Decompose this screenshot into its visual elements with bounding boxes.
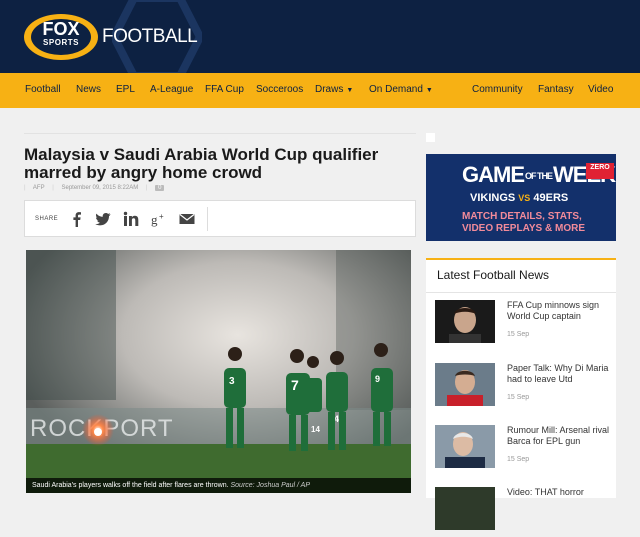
photo-source: Source: Joshua Paul / AP	[230, 482, 310, 489]
share-bar: SHARE g +	[24, 200, 416, 237]
comment-count-badge[interactable]: 0	[155, 185, 165, 191]
article-headline: Malaysia v Saudi Arabia World Cup qualif…	[24, 145, 379, 182]
article-meta: | AFP | September 09, 2015 8:22AM | 0	[24, 185, 170, 191]
site-header: FOX SPORTS FOOTBALL	[0, 0, 640, 73]
news-item[interactable]: Video: THAT horror	[435, 487, 610, 537]
news-date: 15 Sep	[507, 394, 530, 401]
news-title[interactable]: Rumour Mill: Arsenal rival Barca for EPL…	[507, 425, 610, 447]
news-item[interactable]: Rumour Mill: Arsenal rival Barca for EPL…	[435, 425, 610, 475]
article-author[interactable]: AFP	[33, 185, 45, 191]
svg-text:g: g	[151, 212, 158, 227]
nav-item-ffa-cup[interactable]: FFA Cup	[205, 84, 244, 95]
ad-badge: ZERO	[586, 163, 614, 179]
news-date: 15 Sep	[507, 456, 530, 463]
latest-news-panel: Latest Football News FFA Cup minnows sig…	[426, 258, 616, 530]
news-item[interactable]: FFA Cup minnows sign World Cup captain 1…	[435, 300, 610, 350]
svg-text:14: 14	[311, 425, 320, 434]
nav-item-football[interactable]: Football	[25, 84, 61, 95]
divider	[24, 133, 416, 134]
ad-marker	[426, 133, 435, 142]
nav-item-a-league[interactable]: A-League	[150, 84, 193, 95]
twitter-icon[interactable]	[95, 211, 111, 227]
panel-title: Latest Football News	[437, 268, 550, 282]
email-icon[interactable]	[179, 211, 195, 227]
nav-item-community[interactable]: Community	[472, 84, 523, 95]
stadium-photo-image: ROCKPORT 3 7 4	[26, 250, 411, 493]
news-title[interactable]: Video: THAT horror	[507, 487, 610, 498]
nav-item-video[interactable]: Video	[588, 84, 613, 95]
divider	[426, 292, 616, 293]
facebook-icon[interactable]	[69, 211, 85, 227]
ad-teams: VIKINGS VS 49ERS	[470, 192, 569, 204]
svg-text:7: 7	[291, 377, 299, 393]
news-title[interactable]: FFA Cup minnows sign World Cup captain	[507, 300, 610, 322]
chevron-down-icon: ▼	[346, 87, 354, 94]
divider	[207, 207, 208, 231]
nav-item-news[interactable]: News	[76, 84, 101, 95]
logo-fox-text: FOX	[42, 19, 80, 39]
news-thumbnail	[435, 425, 495, 468]
svg-text:9: 9	[375, 374, 380, 384]
news-thumbnail	[435, 300, 495, 343]
nav-item-socceroos[interactable]: Socceroos	[256, 84, 303, 95]
google-plus-icon[interactable]: g +	[151, 211, 167, 227]
article-photo[interactable]: ROCKPORT 3 7 4	[26, 250, 411, 493]
fox-sports-logo[interactable]: FOX SPORTS	[24, 14, 98, 60]
photo-caption: Saudi Arabia's players walks off the fie…	[26, 478, 411, 493]
nav-item-fantasy[interactable]: Fantasy	[538, 84, 574, 95]
main-content: Malaysia v Saudi Arabia World Cup qualif…	[0, 108, 640, 530]
nav-item-on-demand[interactable]: On Demand ▼	[369, 84, 433, 95]
game-of-the-week-ad[interactable]: GAMEOF THEWEEK ZERO VIKINGS VS 49ERS MAT…	[426, 154, 616, 241]
ad-description: MATCH DETAILS, STATS, VIDEO REPLAYS & MO…	[462, 211, 585, 234]
news-thumbnail	[435, 363, 495, 406]
news-thumbnail	[435, 487, 495, 530]
svg-text:+: +	[159, 212, 164, 221]
main-nav: Football News EPL A-League FFA Cup Socce…	[0, 73, 640, 108]
nav-item-draws[interactable]: Draws ▼	[315, 84, 353, 95]
news-title[interactable]: Paper Talk: Why Di Maria had to leave Ut…	[507, 363, 610, 385]
section-brand[interactable]: FOOTBALL	[102, 26, 198, 48]
linkedin-icon[interactable]	[123, 211, 139, 227]
news-date: 15 Sep	[507, 331, 530, 338]
chevron-down-icon: ▼	[425, 87, 433, 94]
svg-text:3: 3	[229, 376, 235, 387]
news-item[interactable]: Paper Talk: Why Di Maria had to leave Ut…	[435, 363, 610, 413]
nav-item-epl[interactable]: EPL	[116, 84, 135, 95]
share-label: SHARE	[35, 216, 59, 222]
logo-sports-text: SPORTS	[43, 38, 79, 47]
article-date: September 09, 2015 8:22AM	[61, 185, 139, 191]
